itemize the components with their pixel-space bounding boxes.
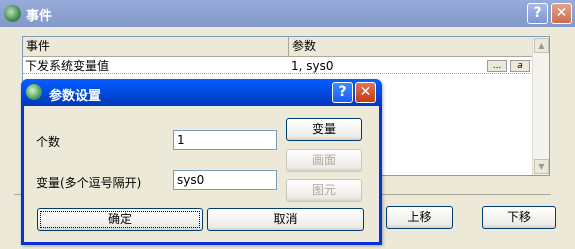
params-browse-button[interactable]: ... [487, 60, 507, 72]
app-globe-icon [4, 5, 21, 22]
close-button[interactable]: ✕ [551, 3, 572, 24]
variable-button[interactable]: 变量 [286, 118, 362, 141]
dialog-globe-icon [26, 84, 42, 100]
params-edit-button[interactable]: a [510, 60, 530, 72]
params-dialog: 参数设置 ? ✕ 个数 1 变量(多个逗号隔开) sys0 变量 画面 图元 确… [21, 79, 382, 245]
dialog-close-button[interactable]: ✕ [355, 82, 376, 103]
variable-label: 变量(多个逗号隔开) [36, 176, 142, 190]
help-button[interactable]: ? [527, 3, 548, 24]
element-button[interactable]: 图元 [286, 179, 362, 202]
main-window-title: 事件 [26, 9, 53, 24]
ok-button[interactable]: 确定 [37, 208, 203, 231]
count-input[interactable]: 1 [173, 130, 277, 150]
column-header-event[interactable]: 事件 [23, 37, 289, 57]
table-header: 事件 参数 [23, 37, 533, 57]
table-row[interactable]: 下发系统变量值 1, sys0 ... a [23, 58, 533, 74]
variable-input[interactable]: sys0 [173, 170, 277, 190]
scroll-up-arrow-icon[interactable]: ▲ [534, 38, 549, 53]
dialog-help-button[interactable]: ? [332, 82, 353, 103]
main-window-titlebar: 事件 ? ✕ [0, 0, 575, 27]
move-up-button[interactable]: 上移 [386, 206, 453, 229]
screen-button[interactable]: 画面 [286, 149, 362, 172]
event-cell[interactable]: 下发系统变量值 [23, 58, 289, 74]
cancel-button[interactable]: 取消 [207, 208, 364, 231]
scroll-down-arrow-icon[interactable]: ▼ [534, 159, 549, 174]
dialog-title: 参数设置 [49, 89, 102, 104]
move-down-button[interactable]: 下移 [482, 206, 556, 229]
column-header-params[interactable]: 参数 [289, 37, 533, 57]
vertical-scrollbar[interactable]: ▲ ▼ [532, 37, 549, 175]
count-label: 个数 [36, 135, 61, 149]
dialog-titlebar: 参数设置 ? ✕ [21, 79, 382, 106]
